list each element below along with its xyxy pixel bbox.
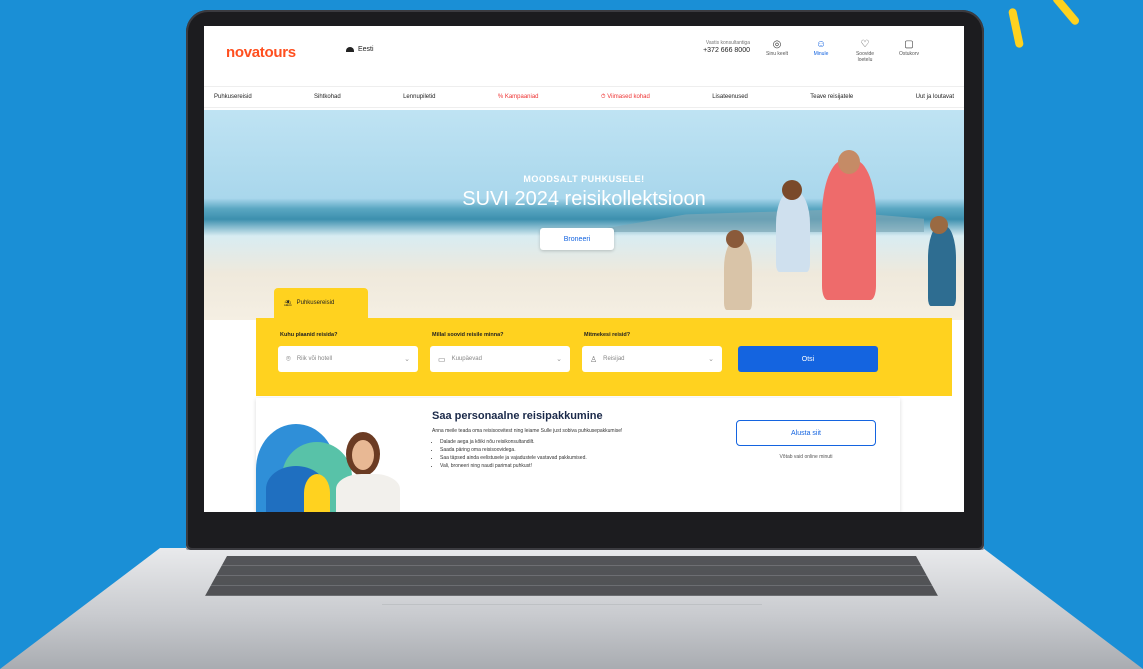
language-selector[interactable]: Eesti xyxy=(346,46,374,53)
offer-description: Anna meile teada oma reisisoovitest ning… xyxy=(432,428,623,434)
person-figure xyxy=(928,226,956,306)
laptop-trackpad xyxy=(382,604,762,665)
calendar-icon: ▭ xyxy=(438,354,446,364)
header-cart-button[interactable]: ▢ Ostukorv xyxy=(892,39,926,63)
flag-icon xyxy=(346,46,354,52)
list-item: Dalade aega ja kõiki nõu reisikonsultand… xyxy=(440,438,740,446)
dates-placeholder: Kuupäevad xyxy=(451,356,482,362)
dates-label: Millal soovid reisile minna? xyxy=(432,332,504,338)
header-wishlist-button[interactable]: ♡ Soovide loetelu xyxy=(848,39,882,63)
start-here-button[interactable]: Alusta siit xyxy=(736,420,876,446)
beach-umbrella-icon: ⛱ xyxy=(284,300,292,307)
list-item: Vali, broneeri ning naudi parimat puhkus… xyxy=(440,462,740,470)
tab-puhkusereisid[interactable]: ⛱ Puhkusereisid xyxy=(274,288,368,318)
person-head xyxy=(782,180,802,200)
nav-item-lisateenused[interactable]: Lisateenused xyxy=(712,94,748,100)
hero-title: SUVI 2024 reisikollektsioon xyxy=(462,188,706,210)
consultant-body xyxy=(336,474,400,512)
destination-label: Kuhu plaanid reisida? xyxy=(280,332,338,338)
offer-title: Saa personaalne reisipakkumine xyxy=(432,410,603,422)
bag-icon: ▢ xyxy=(904,39,914,50)
chevron-down-icon: ⌄ xyxy=(556,356,562,363)
destination-field[interactable]: ⌾ Riik või hotell ⌄ xyxy=(278,346,418,372)
travelers-field[interactable]: ♙ Reisijad ⌄ xyxy=(582,346,722,372)
laptop-screen: novatours Eesti Vastis konsultantiga +37… xyxy=(204,26,964,512)
nav-item-teave-reisijatele[interactable]: Teave reisijatele xyxy=(810,94,853,100)
heart-icon: ♡ xyxy=(860,39,870,50)
header-icon-label: Sinu keelt xyxy=(766,51,788,57)
laptop-keyboard xyxy=(205,556,938,596)
destination-placeholder: Riik või hotell xyxy=(296,356,333,362)
language-label: Eesti xyxy=(358,46,374,53)
nav-item-uudised[interactable]: Uut ja loutavat xyxy=(916,94,954,100)
travelers-label: Mitmekesi reisid? xyxy=(584,332,631,338)
location-pin-icon: ⌾ xyxy=(286,354,291,363)
family-beach-image xyxy=(704,150,964,320)
start-note: Võtab vaid online minuti xyxy=(779,454,833,460)
decorative-dash xyxy=(1007,7,1025,49)
user-icon: ☺ xyxy=(815,39,827,50)
nav-item-sihtkohad[interactable]: Sihtkohad xyxy=(314,94,341,100)
decorative-dash xyxy=(1051,0,1081,27)
nav-item-puhkusereisid[interactable]: Puhkusereisid xyxy=(214,94,252,100)
travelers-placeholder: Reisijad xyxy=(603,356,625,362)
header-user-button[interactable]: ☺ Minule xyxy=(804,39,838,63)
main-nav: Puhkusereisid Sihtkohad Lennupiletid % K… xyxy=(204,86,964,108)
chevron-down-icon: ⌄ xyxy=(708,356,714,363)
header-icon-label: Ostukorv xyxy=(898,51,919,57)
nav-item-viimased-kohad[interactable]: ⏱ Viimased kohad xyxy=(601,94,650,101)
search-panel: Kuhu plaanid reisida? ⌾ Riik või hotell … xyxy=(256,318,952,396)
novatours-logo[interactable]: novatours xyxy=(226,44,296,61)
offer-bullets: Dalade aega ja kõiki nõu reisikonsultand… xyxy=(432,438,740,470)
person-figure xyxy=(776,192,810,272)
person-icon: ♙ xyxy=(590,354,598,364)
site-header: novatours Eesti Vastis konsultantiga +37… xyxy=(204,26,964,72)
phone-number: +372 666 8000 xyxy=(703,47,750,54)
globe-icon: ◎ xyxy=(772,39,782,50)
list-item: Saa täpsed ainda eelistusele ja vajadust… xyxy=(440,454,740,462)
header-icon-label: Minule xyxy=(813,51,829,57)
nav-item-kampaaniad[interactable]: % Kampaaniad xyxy=(498,94,539,100)
phone-label: Vastis konsultantiga xyxy=(705,40,750,46)
person-figure xyxy=(724,240,752,310)
hero-subtitle: MOODSALT PUHKUSELE! xyxy=(523,174,645,184)
person-head xyxy=(930,216,948,234)
contact-phone[interactable]: Vastis konsultantiga +372 666 8000 xyxy=(680,40,750,54)
person-figure xyxy=(822,160,876,300)
chevron-down-icon: ⌄ xyxy=(404,356,410,363)
header-icons: ◎ Sinu keelt ☺ Minule ♡ Soovide loetelu … xyxy=(760,39,926,63)
logo-text: novatours xyxy=(226,44,296,61)
tab-label: Puhkusereisid xyxy=(296,300,335,306)
search-button[interactable]: Otsi xyxy=(738,346,878,372)
header-globe-button[interactable]: ◎ Sinu keelt xyxy=(760,39,794,63)
list-item: Saada päring oma reisisoovidega. xyxy=(440,446,740,454)
person-head xyxy=(726,230,744,248)
consultant-face xyxy=(352,440,374,470)
dates-field[interactable]: ▭ Kuupäevad ⌄ xyxy=(430,346,570,372)
consultant-illustration xyxy=(256,416,416,512)
header-icon-label: Soovide loetelu xyxy=(855,51,875,63)
book-button[interactable]: Broneeri xyxy=(540,228,614,250)
person-head xyxy=(838,150,860,174)
nav-item-lennupiletid[interactable]: Lennupiletid xyxy=(403,94,435,100)
personal-offer-card: Saa personaalne reisipakkumine Anna meil… xyxy=(256,398,900,512)
decorative-shape xyxy=(304,474,330,512)
